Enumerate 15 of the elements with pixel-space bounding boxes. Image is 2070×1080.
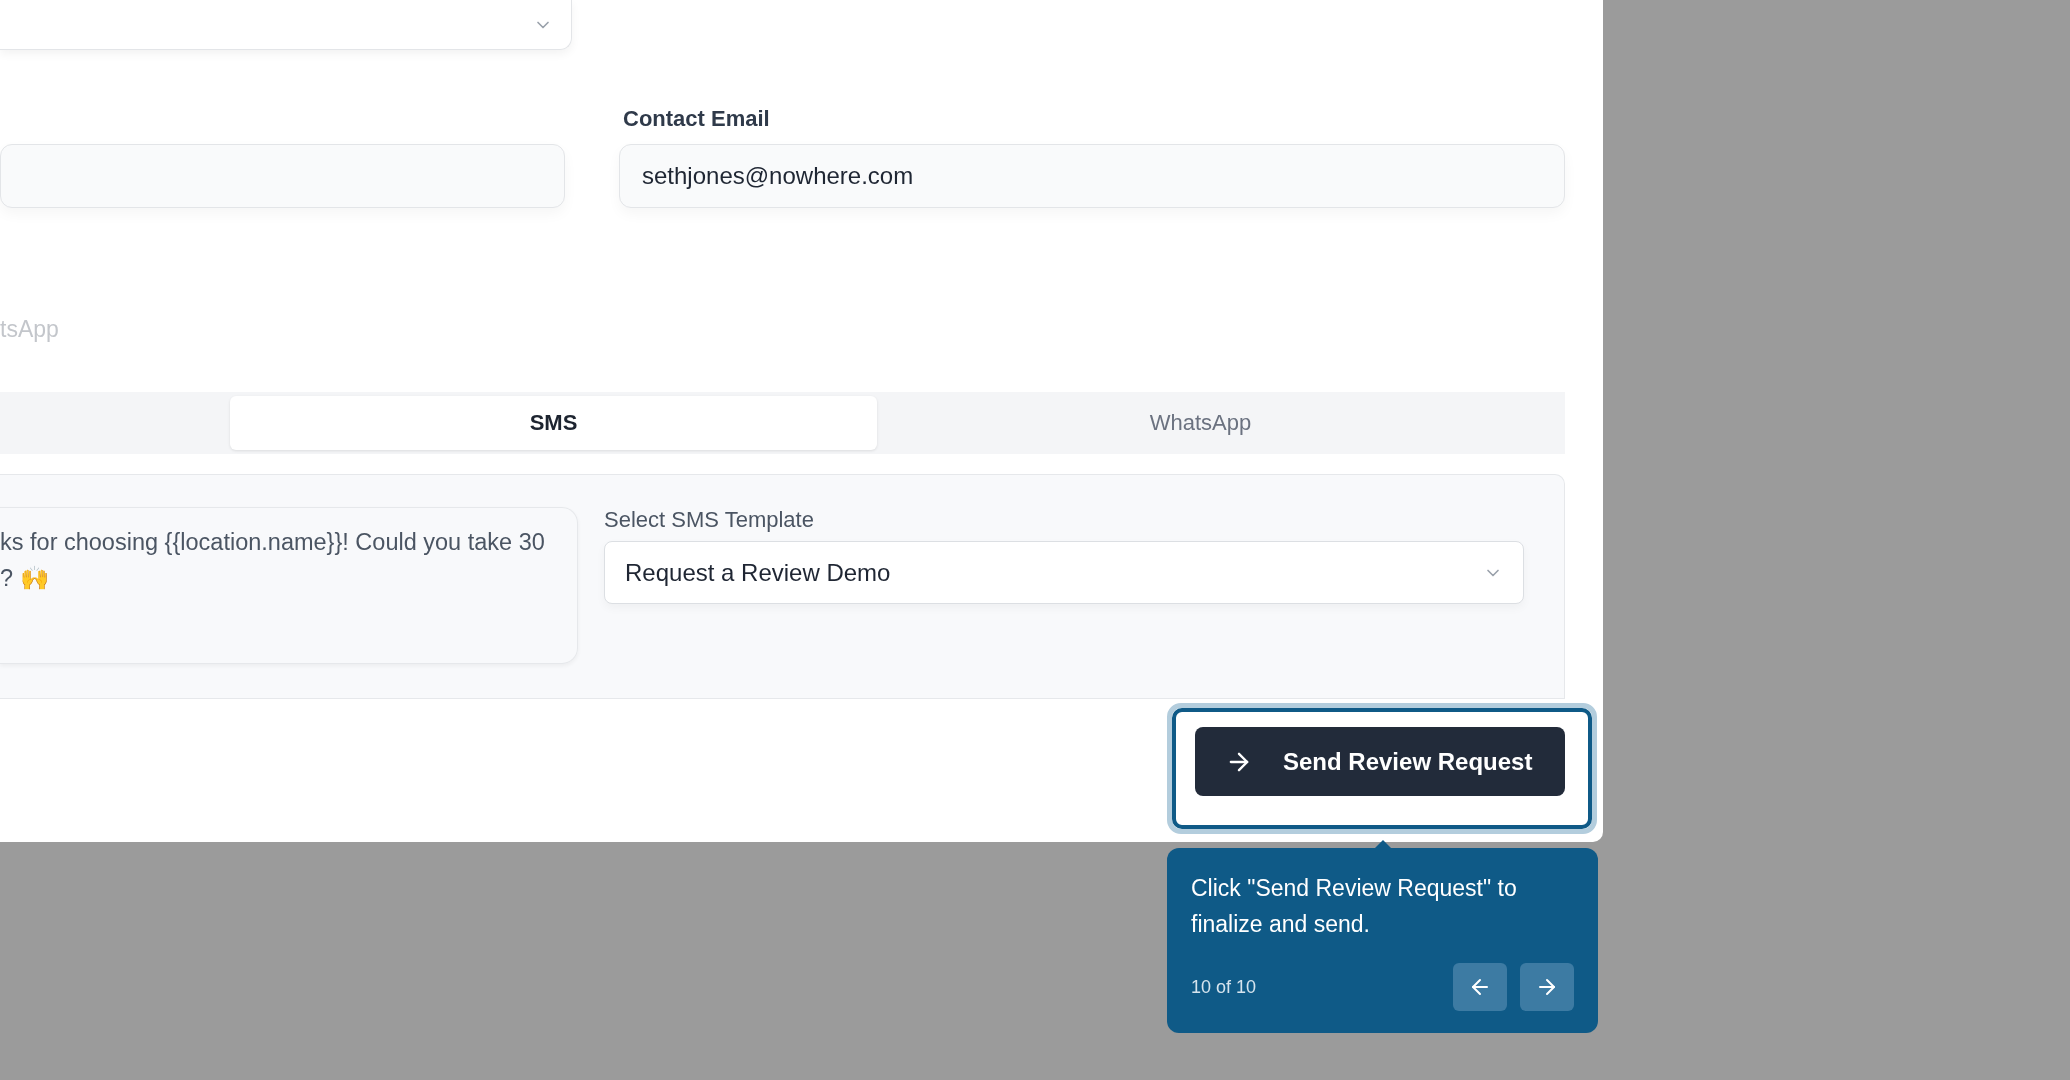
- next-button[interactable]: [1520, 963, 1574, 1011]
- channel-label: tsApp: [0, 316, 60, 344]
- step-counter: 10 of 10: [1191, 976, 1257, 998]
- message-preview: ks for choosing {{location.name}}! Could you take 30 ? 🙌: [0, 507, 578, 664]
- field-label: Contact Email: [622, 106, 771, 133]
- send-review-request-button[interactable]: Send Review Request: [1195, 727, 1565, 796]
- text-field[interactable]: [0, 144, 565, 208]
- field-label: Select SMS Template: [604, 507, 815, 534]
- dropdown-field[interactable]: [0, 0, 572, 50]
- tooltip-text: Click "Send Review Request" to finalize and send.: [1191, 874, 1518, 939]
- channel-tab[interactable]: SMS: [230, 396, 877, 450]
- previous-button[interactable]: [1453, 963, 1507, 1011]
- channel-tab[interactable]: WhatsApp: [877, 396, 1524, 450]
- email-field[interactable]: sethjones@nowhere.com: [619, 144, 1565, 208]
- template-dropdown[interactable]: Request a Review Demo: [604, 541, 1524, 604]
